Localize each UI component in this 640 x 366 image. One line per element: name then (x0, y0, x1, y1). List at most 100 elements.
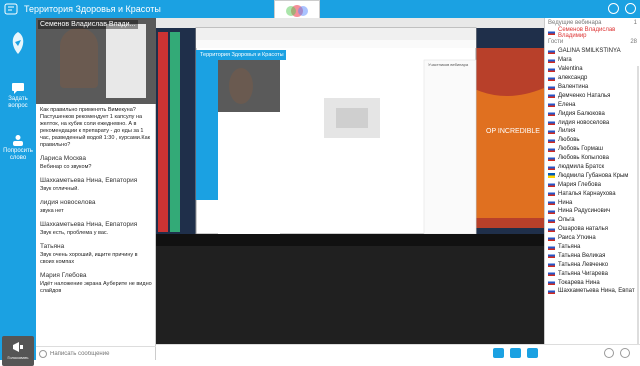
vote-button[interactable]: Голосовать (2, 336, 34, 366)
guest-item[interactable]: Раиса Уткина (545, 234, 640, 243)
flag-icon (548, 191, 555, 197)
request-word-button[interactable]: Попросить слово (0, 134, 36, 162)
guest-name: Лидия Балюкова (558, 110, 605, 117)
flag-icon (548, 120, 555, 126)
guest-item[interactable]: Лилия (545, 127, 640, 136)
message-text: Как правильно применять Вимекуна? Пастуш… (40, 107, 151, 148)
message-text: Вебинар со звуком? (40, 164, 92, 170)
message-author: Шахкаметьева Нина, Евпатория (40, 221, 138, 228)
flag-icon (548, 164, 555, 170)
guest-item[interactable]: Татьяна Великая (545, 251, 640, 260)
screen-share-title: Территория Здоровья и Красоты (200, 52, 284, 58)
guest-item[interactable]: Valentina (545, 65, 640, 74)
guest-item[interactable]: Людмила Губанова Крым (545, 171, 640, 180)
screen-control-1-icon[interactable] (493, 347, 504, 358)
guest-item[interactable]: Mara (545, 56, 640, 65)
flag-icon (548, 66, 555, 72)
guest-item[interactable]: людмила Братск (545, 163, 640, 172)
guest-item[interactable]: Ольга (545, 216, 640, 225)
leader-item[interactable]: Семенов Владислав Владимир (545, 27, 640, 39)
chat-message: Лариса Москва Вебинар со звуком? (40, 155, 152, 171)
guest-item[interactable]: Шахкаметьева Нина, Евпат (545, 287, 640, 296)
fullscreen-icon[interactable] (625, 3, 636, 14)
flag-icon (548, 173, 555, 179)
guest-item[interactable]: Татьяна Чигарева (545, 269, 640, 278)
chat-message: Шахкаметьева Нина, Евпатория Звук отличн… (40, 177, 152, 193)
emoji-icon[interactable] (39, 350, 47, 358)
guest-item[interactable]: Мария Глебова (545, 180, 640, 189)
presenter-video: Семенов Владислав Влади... (36, 18, 156, 104)
settings-icon[interactable] (608, 3, 619, 14)
flag-icon (548, 217, 555, 223)
screen-control-3-icon[interactable] (527, 347, 538, 358)
message-text: Идёт наложение экрана Ауберите не видно … (40, 281, 152, 294)
guest-item[interactable]: Лидия Балюкова (545, 109, 640, 118)
screen-share: Территория Здоровья и Красоты OP INCREDI… (156, 18, 544, 344)
flag-icon (548, 30, 555, 35)
guest-name: Татьяна Левченко (558, 261, 609, 268)
guest-item[interactable]: Любовь Гормаш (545, 145, 640, 154)
guest-name: Любовь Гормаш (558, 146, 603, 153)
message-author: Шахкаметьева Нина, Евпатория (40, 177, 138, 184)
screen-control-2-icon[interactable] (510, 347, 521, 358)
guest-item[interactable]: Наталья Карнаухова (545, 189, 640, 198)
app-logo-icon (4, 3, 18, 15)
message-text: Звук отличный. (40, 186, 79, 192)
message-text: звука нет (40, 208, 64, 214)
flag-icon (548, 235, 555, 241)
guest-name: Татьяна (558, 244, 581, 251)
guest-item[interactable]: лидия новоселова (545, 118, 640, 127)
guest-item[interactable]: Любовь (545, 136, 640, 145)
guest-name: Лилия (558, 128, 576, 135)
guest-item[interactable]: Токарева Нина (545, 278, 640, 287)
guest-name: Нина (558, 199, 573, 206)
guest-item[interactable]: александр (545, 74, 640, 83)
ask-question-button[interactable]: Задать вопрос (0, 82, 36, 110)
guest-name: Наталья Карнаухова (558, 190, 616, 197)
guest-item[interactable]: Нина Радусинович (545, 207, 640, 216)
screen-controls (156, 344, 544, 360)
chat-input[interactable] (50, 349, 150, 359)
flag-icon (548, 182, 555, 188)
guest-name: Любовь (558, 137, 580, 144)
flag-icon (548, 200, 555, 206)
presenter-figure (60, 28, 98, 88)
guest-item[interactable]: Демченко Наталья (545, 91, 640, 100)
guest-name: Токарева Нина (558, 279, 600, 286)
guest-item[interactable]: Елена (545, 100, 640, 109)
vote-label: Голосовать (7, 355, 29, 360)
message-text: Звук очень хороший, ищите причину в свои… (40, 252, 138, 265)
flag-icon (548, 226, 555, 232)
flag-icon (548, 137, 555, 143)
flag-icon (548, 253, 555, 259)
request-word-label: Попросить слово (3, 148, 33, 161)
search-participants-icon[interactable] (604, 347, 614, 358)
flag-icon (548, 271, 555, 277)
message-author: лидия новоселова (40, 199, 96, 206)
guest-item[interactable]: Валентина (545, 83, 640, 92)
flag-icon (548, 84, 555, 90)
guest-item[interactable]: Нина (545, 198, 640, 207)
guest-item[interactable]: Любовь Копылова (545, 154, 640, 163)
participants-menu-icon[interactable] (620, 347, 630, 358)
flag-icon (548, 146, 555, 152)
flag-icon (548, 128, 555, 134)
guest-item[interactable]: Ошарова наталья (545, 225, 640, 234)
flag-icon (548, 244, 555, 250)
guest-item[interactable]: Татьяна Левченко (545, 260, 640, 269)
guest-item[interactable]: GALINA SMILKSTINYA (545, 47, 640, 56)
guest-name: александр (558, 75, 588, 82)
app-logo-nav (0, 30, 36, 58)
guest-name: лидия новоселова (558, 119, 610, 126)
message-author: Лариса Москва (40, 155, 86, 162)
guest-item[interactable]: Татьяна (545, 243, 640, 252)
app-header: Территория Здоровья и Красоты (0, 0, 640, 22)
participants-scrollbar[interactable] (637, 66, 639, 346)
chat-input-bar (36, 346, 156, 360)
guest-name: Нина Радусинович (558, 208, 611, 215)
flag-icon (548, 57, 555, 63)
guest-name: Любовь Копылова (558, 155, 609, 162)
flag-icon (548, 208, 555, 214)
message-author: Мария Глебова (40, 272, 87, 279)
app-title: Территория Здоровья и Красоты (24, 4, 161, 14)
